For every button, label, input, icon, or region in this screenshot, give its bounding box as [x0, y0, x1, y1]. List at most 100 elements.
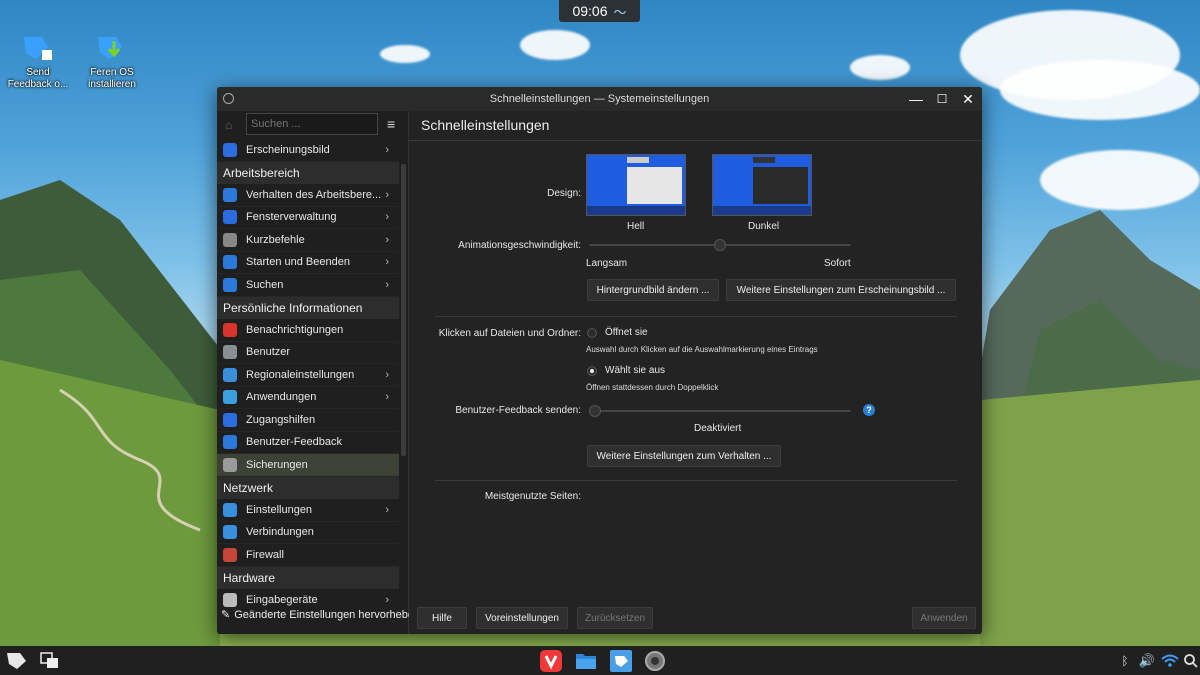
sidebar-item-icon	[223, 525, 237, 540]
change-wallpaper-button[interactable]: Hintergrundbild ändern ...	[587, 279, 719, 301]
chevron-right-icon: ›	[385, 503, 389, 516]
sidebar-item-icon	[223, 547, 237, 562]
select-radio-label[interactable]: Wählt sie aus	[605, 365, 665, 376]
task-view-icon[interactable]	[39, 650, 61, 672]
settings-window: Schnelleinstellungen — Systemeinstellung…	[217, 87, 982, 634]
open-radio-label[interactable]: Öffnet sie	[605, 327, 648, 338]
reset-button[interactable]: Zurücksetzen	[577, 607, 653, 629]
wifi-icon[interactable]	[1159, 650, 1181, 672]
desktop-icon-label: Send Feedback o...	[7, 67, 69, 90]
sidebar-item-label: Eingabegeräte	[246, 593, 318, 606]
home-icon[interactable]: ⌂	[225, 118, 237, 132]
sidebar-item-icon	[223, 210, 237, 225]
theme-dark-label: Dunkel	[748, 221, 780, 232]
sidebar-item-icon	[223, 322, 237, 337]
section-separator	[435, 316, 957, 317]
search-icon[interactable]	[1180, 650, 1200, 672]
sidebar-item-label: Zugangshilfen	[246, 413, 316, 426]
chevron-right-icon: ›	[385, 211, 389, 224]
start-menu-icon[interactable]	[6, 650, 28, 672]
hamburger-menu-icon[interactable]: ≡	[387, 116, 395, 132]
sidebar-item-icon	[223, 390, 237, 405]
sidebar-item-erscheinungsbild[interactable]: Erscheinungsbild ›	[217, 139, 399, 162]
sidebar-section-header: Arbeitsbereich	[217, 161, 399, 184]
user-feedback-label: Benutzer-Feedback senden:	[455, 405, 581, 416]
animation-speed-max-label: Sofort	[824, 258, 851, 269]
desktop-icon-install[interactable]: Feren OS installieren	[77, 33, 147, 91]
window-titlebar[interactable]: Schnelleinstellungen — Systemeinstellung…	[217, 87, 982, 111]
open-radio[interactable]	[587, 328, 597, 338]
file-manager-icon[interactable]	[575, 650, 597, 672]
sidebar-item-label: Fensterverwaltung	[246, 211, 337, 224]
sidebar-item-einstellungen[interactable]: Einstellungen ›	[217, 499, 399, 522]
sidebar-item-icon	[223, 345, 237, 360]
sidebar-item-benachrichtigungen[interactable]: Benachrichtigungen	[217, 319, 399, 342]
vivaldi-icon[interactable]	[540, 650, 562, 672]
more-behavior-settings-button[interactable]: Weitere Einstellungen zum Verhalten ...	[587, 445, 781, 467]
sidebar-search-row: ⌂ ≡	[217, 111, 408, 139]
animation-speed-slider-knob[interactable]	[714, 239, 726, 251]
sidebar-item-label: Regionaleinstellungen	[246, 368, 355, 381]
sidebar-nav-list: Erscheinungsbild › Arbeitsbereich Verhalten…	[217, 139, 399, 612]
sidebar-item-label: Verbindungen	[246, 526, 314, 539]
more-appearance-settings-button[interactable]: Weitere Einstellungen zum Erscheinungsbi…	[726, 279, 956, 301]
window-title: Schnelleinstellungen — Systemeinstellung…	[489, 93, 710, 105]
click-behavior-label: Klicken auf Dateien und Ordner:	[438, 328, 581, 339]
minimize-button[interactable]: —	[907, 90, 925, 108]
sidebar-item-verbindungen[interactable]: Verbindungen	[217, 522, 399, 544]
sidebar-item-label: Verhalten des Arbeitsbere...	[246, 188, 382, 201]
clock-time: 09:06	[572, 3, 608, 19]
select-radio[interactable]	[587, 366, 597, 376]
desktop-icon-label: Feren OS installieren	[88, 67, 136, 90]
most-used-label: Meistgenutzte Seiten:	[484, 491, 581, 502]
sidebar-scrollbar[interactable]	[401, 164, 406, 456]
defaults-button[interactable]: Voreinstellungen	[476, 607, 568, 629]
sidebar-item-benutzer-feedback[interactable]: Benutzer-Feedback	[217, 432, 399, 454]
help-question-icon[interactable]: ?	[863, 404, 875, 416]
chevron-right-icon: ›	[385, 188, 389, 201]
chevron-right-icon: ›	[385, 256, 389, 269]
title-separator	[409, 140, 982, 141]
sidebar-section-header: Hardware	[217, 566, 399, 589]
animation-speed-label: Animationsgeschwindigkeit:	[458, 240, 581, 251]
chevron-right-icon: ›	[385, 593, 389, 606]
highlight-changed-label: Geänderte Einstellungen hervorheben	[234, 608, 421, 621]
window-app-icon[interactable]	[223, 93, 234, 104]
bluetooth-icon[interactable]: ᛒ	[1114, 650, 1136, 672]
chevron-right-icon: ›	[385, 278, 389, 291]
sidebar-item-sicherungen[interactable]: Sicherungen	[217, 454, 399, 477]
user-feedback-slider-knob[interactable]	[589, 405, 601, 417]
theme-dark-thumbnail[interactable]	[712, 154, 812, 216]
desktop-icon-send-feedback[interactable]: Send Feedback o...	[3, 33, 73, 91]
settings-icon[interactable]	[644, 650, 666, 672]
sidebar-item-fensterverwaltung[interactable]: Fensterverwaltung ›	[217, 207, 399, 229]
sidebar-item-label: Erscheinungsbild	[246, 143, 330, 156]
volume-icon[interactable]: 🔊	[1136, 650, 1158, 672]
user-feedback-slider-track[interactable]	[589, 410, 851, 412]
sidebar-item-icon	[223, 412, 237, 427]
theme-light-thumbnail[interactable]	[586, 154, 686, 216]
top-clock[interactable]: 09:06 〜	[559, 0, 640, 22]
maximize-button[interactable]: ☐	[933, 90, 951, 108]
sidebar-item-label: Starten und Beenden	[246, 256, 350, 269]
sidebar-item-label: Benutzer	[246, 346, 291, 359]
search-input[interactable]	[246, 113, 378, 135]
sidebar-item-firewall[interactable]: Firewall	[217, 544, 399, 567]
sidebar-item-anwendungen[interactable]: Anwendungen ›	[217, 387, 399, 409]
sidebar-item-benutzer[interactable]: Benutzer	[217, 342, 399, 364]
sidebar-item-icon	[223, 502, 237, 517]
sidebar-item-regionaleinstellungen[interactable]: Regionaleinstellungen ›	[217, 364, 399, 387]
highlight-changed-button[interactable]: ✎ Geänderte Einstellungen hervorheben	[221, 608, 421, 622]
sidebar-item-label: Anwendungen	[246, 391, 317, 404]
sidebar-item-verhalten-des-arbeitsbere[interactable]: Verhalten des Arbeitsbere... ›	[217, 184, 399, 207]
sidebar-item-icon	[223, 457, 237, 472]
sidebar-item-suchen[interactable]: Suchen ›	[217, 274, 399, 297]
sidebar-item-label: Suchen	[246, 278, 284, 291]
help-button[interactable]: Hilfe	[417, 607, 467, 629]
sidebar-item-zugangshilfen[interactable]: Zugangshilfen	[217, 409, 399, 432]
store-icon[interactable]	[610, 650, 632, 672]
close-button[interactable]: ✕	[959, 90, 977, 108]
sidebar-item-kurzbefehle[interactable]: Kurzbefehle ›	[217, 229, 399, 252]
apply-button[interactable]: Anwenden	[912, 607, 976, 629]
sidebar-item-starten-und-beenden[interactable]: Starten und Beenden ›	[217, 252, 399, 274]
